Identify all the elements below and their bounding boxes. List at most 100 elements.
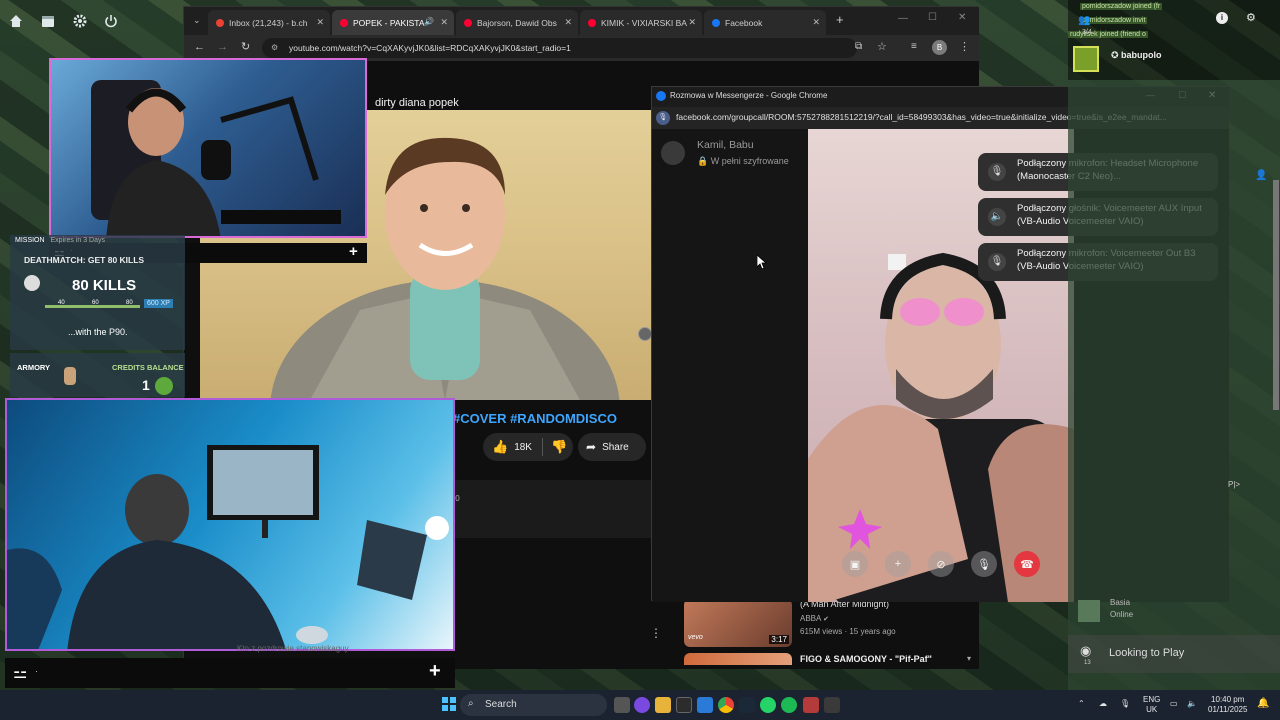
user-avatar[interactable] (1073, 46, 1099, 72)
profile-avatar[interactable]: B (932, 40, 947, 55)
participants-names[interactable]: Kamil, Babu (697, 139, 754, 151)
power-icon[interactable] (100, 10, 122, 32)
tab-bajorson[interactable]: Bajorson, Dawid Obs ✕ (456, 10, 578, 35)
rec-thumbnail-abba[interactable]: vevo 3:17 (684, 599, 792, 647)
task-view-icon[interactable] (614, 697, 630, 713)
mute-button[interactable]: 🎙 (971, 551, 997, 577)
camera-off-button[interactable]: ⊘ (928, 551, 954, 577)
info-icon[interactable]: i (1216, 12, 1228, 24)
settings-icon[interactable] (69, 10, 91, 32)
language-indicator[interactable]: ENG UK (1143, 695, 1160, 714)
screen-share-button[interactable]: ▣ (842, 551, 868, 577)
webcam-overlay-bottom (5, 398, 455, 651)
close-window-icon[interactable]: ✕ (958, 12, 966, 23)
share-button[interactable]: ➦ Share (578, 433, 646, 461)
playlist-title[interactable]: dirty diana popek (375, 97, 459, 109)
hang-up-icon: ☎ (1020, 558, 1034, 571)
video-hashtags[interactable]: #COVER #RANDOMDISCO (453, 411, 617, 426)
new-tab-icon[interactable]: + (836, 12, 844, 27)
cloud-icon[interactable]: ☁ (1099, 699, 1107, 709)
app-icon[interactable] (803, 697, 819, 713)
cam-bar-text: · (35, 666, 38, 676)
speaker-icon: 🔈 (988, 208, 1006, 226)
steam-app-icon[interactable] (739, 697, 755, 713)
overlay-ticker: Kto z pozdrowie stanowiskaguy (237, 644, 349, 653)
url-field[interactable]: ⚙ youtube.com/watch?v=CqXAKyvjJK0&list=R… (262, 38, 857, 58)
microphone-icon[interactable]: 🎙 (1120, 699, 1130, 709)
calendar-icon[interactable] (37, 10, 59, 32)
twitch-app-icon[interactable] (634, 697, 650, 713)
steam-floating-icon[interactable] (638, 327, 652, 341)
side-tag: P|> (1228, 480, 1241, 489)
add-people-button[interactable]: + (885, 551, 911, 577)
username-label[interactable]: ✪ babupolo (1111, 50, 1162, 61)
party-icon[interactable]: 👥 (1078, 15, 1090, 26)
notification-bell-icon[interactable]: 🔔 (1257, 698, 1269, 710)
rec-thumbnail-figo[interactable] (684, 653, 792, 665)
reload-icon[interactable]: ↻ (241, 40, 250, 53)
tab-gmail[interactable]: Inbox (21,243) - b.ch ✕ (208, 10, 330, 35)
bookmark-star-icon[interactable]: ☆ (877, 40, 887, 53)
camera-off-icon: ⊘ (936, 558, 946, 571)
end-call-button[interactable]: ☎ (1014, 551, 1040, 577)
tray-chevron-icon[interactable]: ⌃ (1078, 699, 1085, 709)
tab-facebook[interactable]: Facebook ✕ (704, 10, 826, 35)
network-icon[interactable]: ▭ (1170, 699, 1178, 709)
description-box[interactable]: :0 (453, 480, 651, 538)
settings-icon[interactable]: ⚙ (1246, 11, 1256, 24)
kills-counter: 80 KILLS (72, 277, 137, 294)
clock[interactable]: 10:40 pm 01/11/2025 (1208, 695, 1247, 714)
add-person-icon: + (894, 558, 902, 570)
group-avatar[interactable] (661, 141, 685, 165)
forward-icon[interactable]: → (217, 41, 228, 53)
taskbar-search[interactable]: ⌕ Search (460, 694, 607, 716)
friend-name[interactable]: Basia (1110, 598, 1130, 607)
close-icon[interactable]: ✕ (688, 17, 696, 28)
armory-panel: ARMORY CREDITS BALANCE 1 (10, 353, 185, 397)
rec-title[interactable]: FIGO & SAMOGONY - "Pif-Paf" (800, 654, 932, 664)
home-icon[interactable] (5, 10, 27, 32)
looking-to-play-button[interactable]: ◉ 13 Looking to Play (1068, 635, 1280, 673)
rec-channel[interactable]: ABBA ✔ (800, 614, 829, 623)
add-icon: + (429, 660, 441, 682)
volume-icon[interactable]: 🔈 (1187, 699, 1197, 709)
chrome-app-icon[interactable] (718, 697, 734, 713)
file-explorer-icon[interactable] (655, 697, 671, 713)
site-info-icon[interactable]: ⚙ (271, 43, 278, 52)
chevron-down-icon[interactable]: ▾ (967, 654, 971, 663)
tab-kimik[interactable]: KIMIK - VIXIARSKI BA ✕ (580, 10, 702, 35)
search-placeholder: Search (485, 699, 517, 710)
mic-permission-icon[interactable]: 🎙 (656, 111, 670, 125)
add-friend-icon[interactable]: 👤 (1255, 170, 1267, 181)
close-icon[interactable]: ✕ (440, 17, 448, 28)
chrome-menu-icon[interactable]: ⋮ (959, 40, 970, 53)
weapon-note: ...with the P90. (68, 327, 128, 337)
cast-icon[interactable]: ⧉ (855, 41, 862, 52)
audio-playing-icon[interactable]: 🔊 (424, 17, 434, 26)
feed-item: rudylisek joined (friend o (1068, 31, 1148, 38)
app-icon[interactable] (824, 697, 840, 713)
like-count[interactable]: 18K (514, 442, 532, 453)
close-icon[interactable]: ✕ (316, 17, 324, 28)
maximize-icon[interactable]: ☐ (928, 12, 937, 23)
minimize-icon[interactable]: — (898, 13, 908, 24)
friend-avatar[interactable] (1078, 600, 1100, 622)
more-options-icon[interactable]: ⋮ (650, 626, 662, 640)
app-icon[interactable] (676, 697, 692, 713)
tab-search-chevron-icon[interactable]: ⌄ (193, 15, 201, 26)
windows-start-icon[interactable] (442, 697, 456, 711)
back-icon[interactable]: ← (194, 41, 205, 53)
dislike-icon[interactable]: 👎 (551, 439, 567, 455)
search-icon: ⌕ (468, 698, 474, 709)
close-icon[interactable]: ✕ (564, 17, 572, 28)
close-icon[interactable]: ✕ (812, 17, 820, 28)
scrollbar[interactable] (1273, 180, 1279, 410)
outlook-icon[interactable] (697, 697, 713, 713)
media-control-icon[interactable]: ≡ (911, 41, 917, 52)
like-icon[interactable]: 👍 (492, 439, 508, 455)
mission-panel: MISSION Expires in 3 Days DEATHMATCH: GE… (10, 235, 185, 350)
whatsapp-icon[interactable] (760, 697, 776, 713)
rec-meta: 615M views · 15 years ago (800, 627, 896, 636)
tab-popek[interactable]: POPEK - PAKISTA 🔊 ✕ (332, 10, 454, 35)
spotify-icon[interactable] (781, 697, 797, 713)
